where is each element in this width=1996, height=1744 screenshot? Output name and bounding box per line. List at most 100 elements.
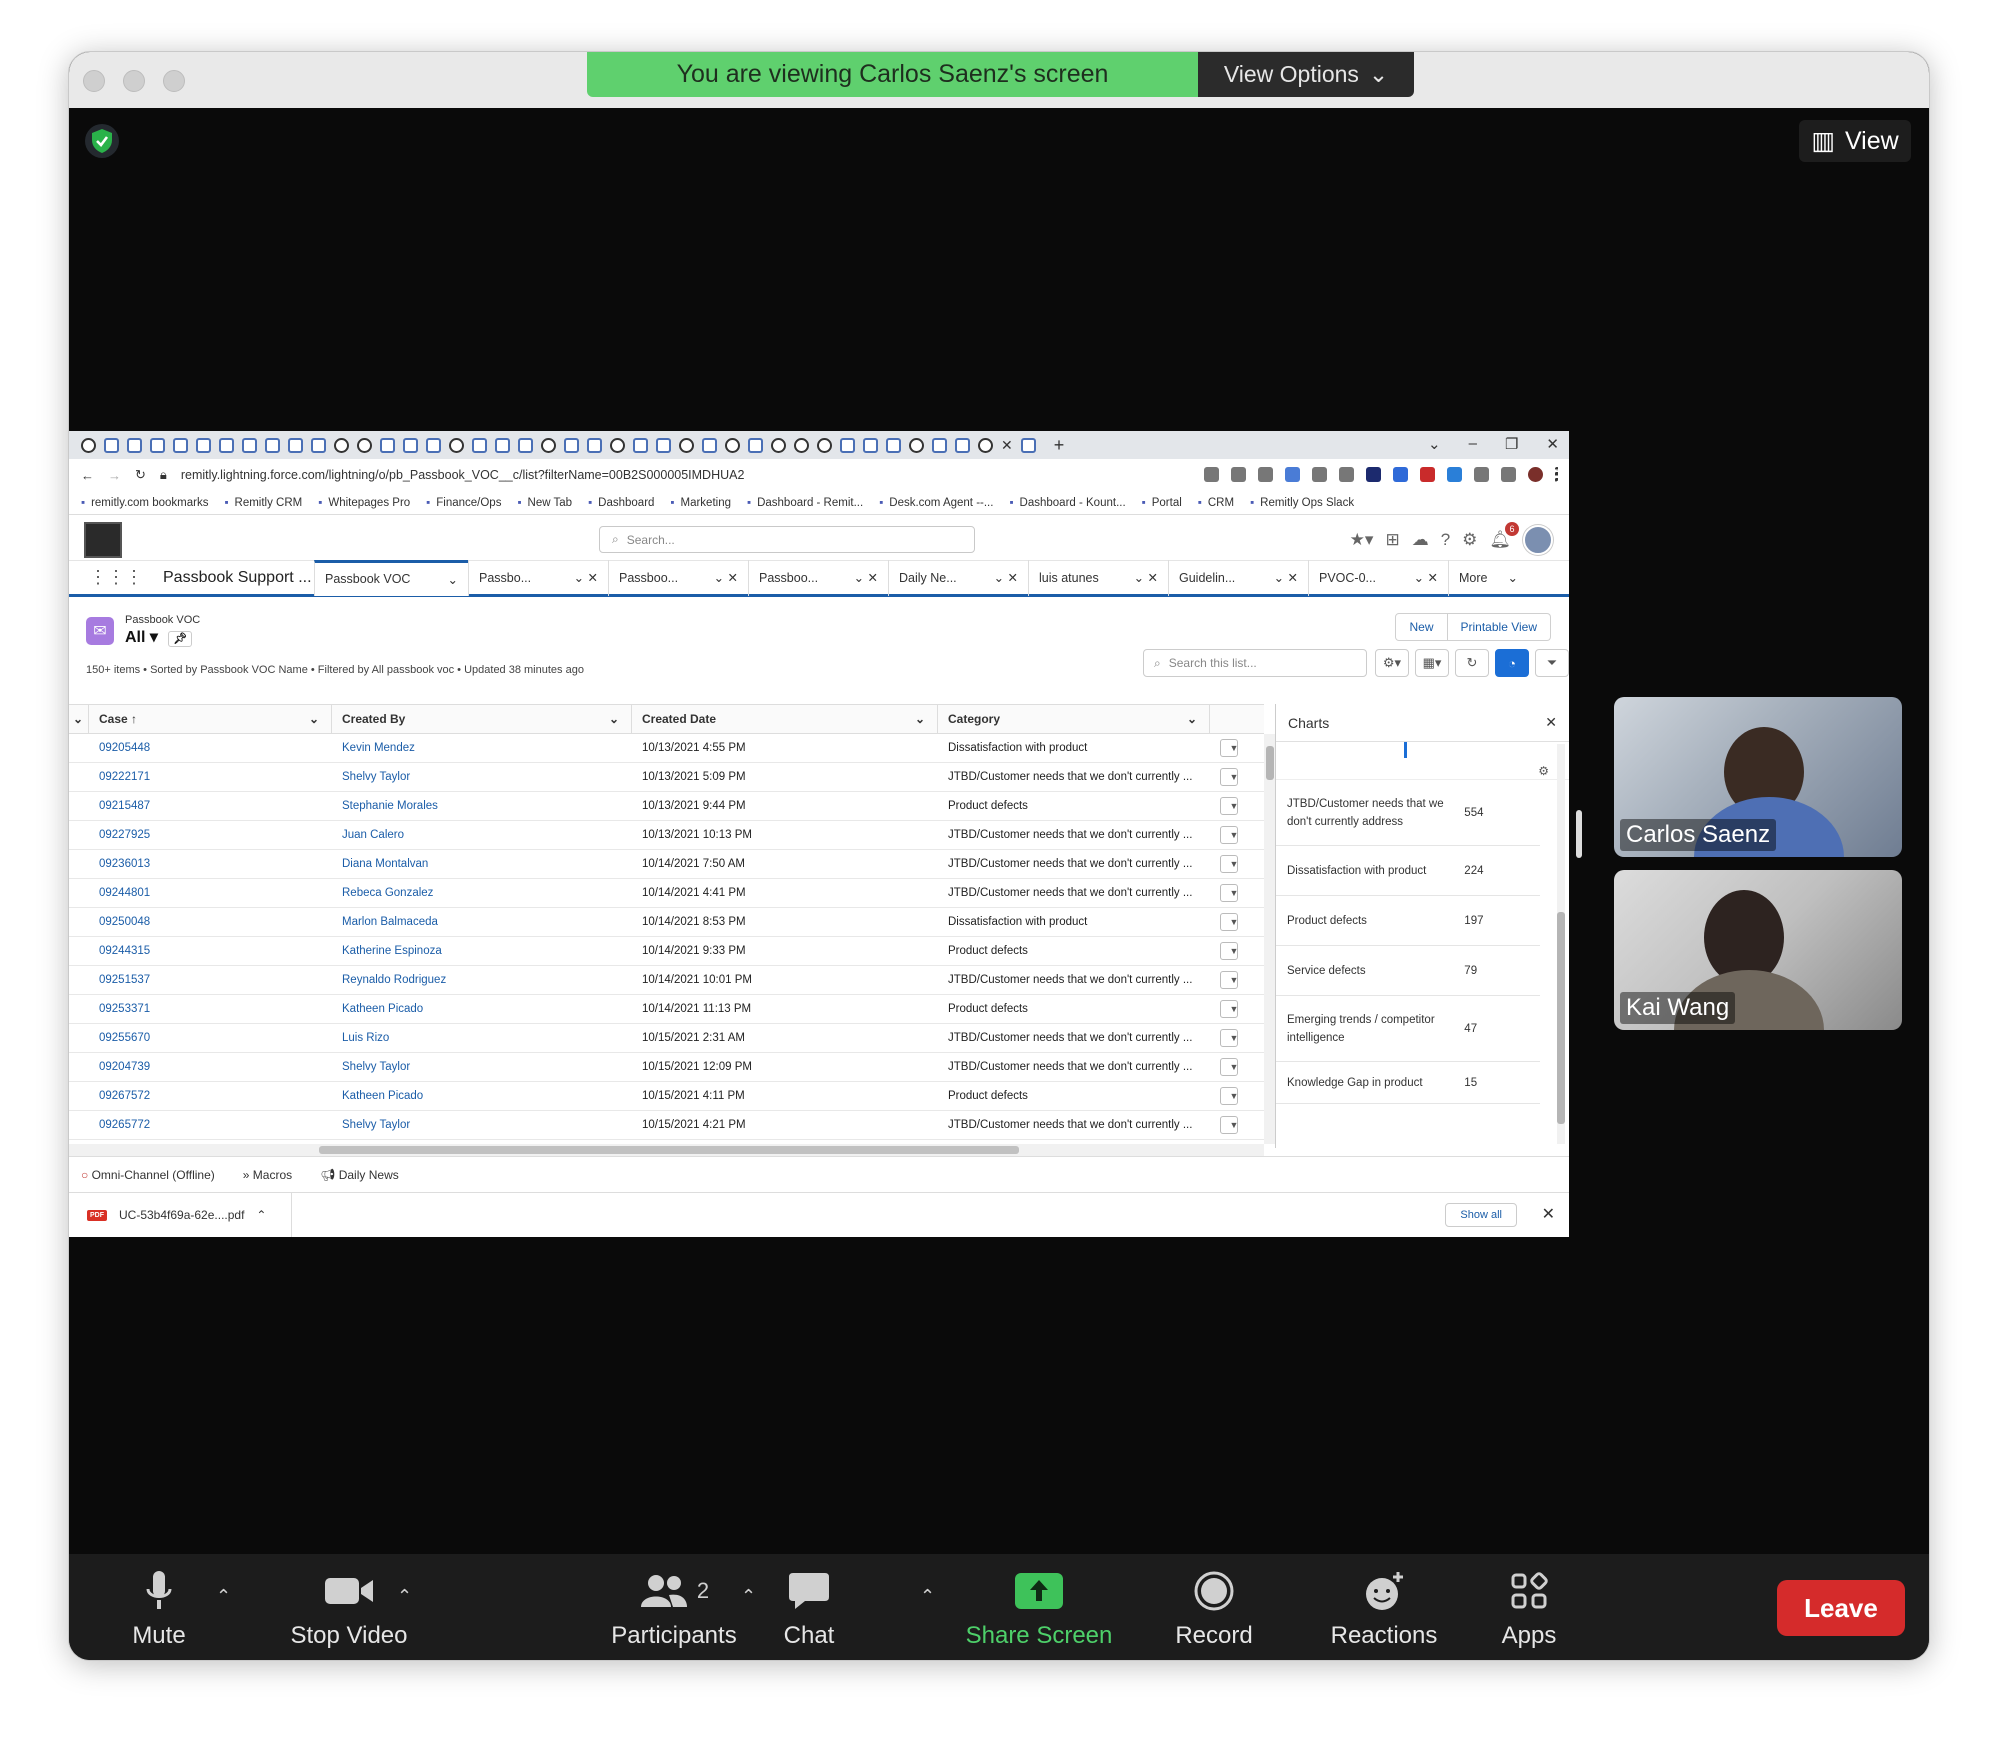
extension-icon[interactable] <box>1366 467 1381 482</box>
bookmark-item[interactable]: New Tab <box>517 497 573 509</box>
tab-favicon-icon[interactable] <box>794 437 809 453</box>
workspace-tab[interactable]: Guidelin... ⌄ ✕ <box>1168 559 1308 596</box>
row-action-menu-icon[interactable]: ▼ <box>1220 1087 1238 1105</box>
case-link[interactable]: 09244315 <box>89 945 332 957</box>
star-icon[interactable] <box>1258 467 1273 482</box>
case-link[interactable]: 09215487 <box>89 800 332 812</box>
extension-icon[interactable] <box>1312 467 1327 482</box>
table-row[interactable]: 09227925 Juan Calero 10/13/2021 10:13 PM JT… <box>69 821 1264 850</box>
tab-favicon-icon[interactable] <box>725 437 740 453</box>
row-action-menu-icon[interactable]: ▼ <box>1220 942 1238 960</box>
created-by-link[interactable]: Katheen Picado <box>332 1090 632 1102</box>
bookmark-item[interactable]: Finance/Ops <box>426 497 501 509</box>
workspace-tab[interactable]: Passbo... ⌄ ✕ <box>468 559 608 596</box>
column-header-case[interactable]: Case ↑ ⌄ <box>89 705 332 733</box>
tab-favicon-icon[interactable] <box>564 437 579 453</box>
case-link[interactable]: 09265772 <box>89 1119 332 1131</box>
case-link[interactable]: 09227925 <box>89 829 332 841</box>
close-icon[interactable]: ✕ <box>1545 714 1557 731</box>
printable-view-button[interactable]: Printable View <box>1447 613 1551 641</box>
tab-favicon-icon[interactable] <box>196 437 211 453</box>
workspace-tab[interactable]: luis atunes ⌄ ✕ <box>1028 559 1168 596</box>
case-link[interactable]: 09236013 <box>89 858 332 870</box>
bookmark-item[interactable]: Remitly CRM <box>224 497 303 509</box>
participants-options-caret-icon[interactable]: ⌃ <box>741 1586 756 1607</box>
close-icon[interactable]: ✕ <box>1542 1204 1555 1224</box>
created-by-link[interactable]: Luis Rizo <box>332 1032 632 1044</box>
tab-favicon-icon[interactable] <box>610 437 625 453</box>
tab-favicon-icon[interactable] <box>288 437 303 453</box>
more-tabs-button[interactable]: More ⌄ <box>1448 559 1528 596</box>
list-view-picker[interactable]: All ▾ 📌︎ <box>125 627 193 647</box>
table-row[interactable]: 09267572 Katheen Picado 10/15/2021 4:11 PM… <box>69 1082 1264 1111</box>
close-icon[interactable]: ⌄ ✕ <box>1414 570 1438 585</box>
tab-favicon-icon[interactable] <box>311 437 326 453</box>
extension-icon[interactable] <box>1393 467 1408 482</box>
row-action-menu-icon[interactable]: ▼ <box>1220 1116 1238 1134</box>
leave-meeting-button[interactable]: Leave <box>1777 1580 1905 1636</box>
scroll-thumb[interactable] <box>1266 746 1274 780</box>
extension-icon[interactable] <box>1204 467 1219 482</box>
tab-favicon-icon[interactable] <box>932 437 947 453</box>
tab-favicon-icon[interactable] <box>748 437 763 453</box>
row-action-menu-icon[interactable]: ▼ <box>1220 884 1238 902</box>
extension-icon[interactable] <box>1285 467 1300 482</box>
gear-icon[interactable]: ⚙ <box>1462 530 1477 550</box>
record-button[interactable]: Record <box>1169 1568 1259 1650</box>
chart-settings-gear-icon[interactable]: ⚙ <box>1538 764 1549 778</box>
security-shield-icon[interactable] <box>85 124 119 158</box>
share-screen-button[interactable]: Share Screen <box>959 1568 1119 1650</box>
table-row[interactable]: 09236013 Diana Montalvan 10/14/2021 7:50 A… <box>69 850 1264 879</box>
restore-icon[interactable]: ❐ <box>1505 435 1518 453</box>
chevron-down-icon[interactable]: ⌄ <box>609 712 619 726</box>
table-row[interactable]: 09244315 Katherine Espinoza 10/14/2021 9:3… <box>69 937 1264 966</box>
audio-options-caret-icon[interactable]: ⌃ <box>216 1586 231 1607</box>
chevron-down-icon[interactable]: ⌄ <box>915 712 925 726</box>
column-header-category[interactable]: Category ⌄ <box>938 705 1210 733</box>
chat-button[interactable]: Chat <box>769 1568 849 1650</box>
extension-icon[interactable] <box>1420 467 1435 482</box>
filter-icon[interactable]: ⏷ <box>1535 649 1569 677</box>
tab-favicon-icon[interactable] <box>495 437 510 453</box>
close-icon[interactable]: ⌄ ✕ <box>574 570 598 585</box>
bookmark-item[interactable]: Portal <box>1142 497 1182 509</box>
created-by-link[interactable]: Stephanie Morales <box>332 800 632 812</box>
row-action-menu-icon[interactable]: ▼ <box>1220 971 1238 989</box>
chevron-down-icon[interactable]: ⌄ <box>309 712 319 726</box>
tab-favicon-icon[interactable] <box>587 437 602 453</box>
tab-favicon-icon[interactable] <box>81 437 96 453</box>
tab-favicon-icon[interactable] <box>863 437 878 453</box>
case-link[interactable]: 09244801 <box>89 887 332 899</box>
case-link[interactable]: 09251537 <box>89 974 332 986</box>
tab-favicon-icon[interactable] <box>955 437 970 453</box>
workspace-tab[interactable]: Daily Ne... ⌄ ✕ <box>888 559 1028 596</box>
case-link[interactable]: 09267572 <box>89 1090 332 1102</box>
created-by-link[interactable]: Katherine Espinoza <box>332 945 632 957</box>
chevron-down-icon[interactable]: ⌄ <box>1187 712 1197 726</box>
tab-favicon-icon[interactable] <box>840 437 855 453</box>
column-header-created-date[interactable]: Created Date ⌄ <box>632 705 938 733</box>
table-row[interactable]: 09253371 Katheen Picado 10/14/2021 11:13 P… <box>69 995 1264 1024</box>
extension-icon[interactable] <box>1447 467 1462 482</box>
created-by-link[interactable]: Katheen Picado <box>332 1003 632 1015</box>
tab-favicon-icon[interactable] <box>265 437 280 453</box>
menu-dots-icon[interactable] <box>1555 467 1559 482</box>
bookmark-item[interactable]: remitly.com bookmarks <box>81 497 208 509</box>
bookmark-item[interactable]: Desk.com Agent --... <box>879 497 993 509</box>
minimize-icon[interactable]: – <box>1469 435 1477 453</box>
avatar[interactable] <box>1523 525 1553 555</box>
sidebar-icon[interactable] <box>1501 467 1516 482</box>
app-launcher-icon[interactable]: ⋮⋮⋮ <box>89 567 143 588</box>
participants-button[interactable]: 2 Participants <box>599 1568 749 1650</box>
tab-favicon-icon[interactable] <box>472 437 487 453</box>
table-row[interactable]: 09222171 Shelvy Taylor 10/13/2021 5:09 PM J… <box>69 763 1264 792</box>
download-item[interactable]: PDF UC-53b4f69a-62e....pdf ⌃ <box>69 1192 292 1237</box>
workspace-tab[interactable]: Passboo... ⌄ ✕ <box>748 559 888 596</box>
list-search-input[interactable]: ⌕ Search this list... <box>1143 649 1367 677</box>
row-action-menu-icon[interactable]: ▼ <box>1220 739 1238 757</box>
refresh-icon[interactable]: ↻ <box>1455 649 1489 677</box>
tab-favicon-icon[interactable] <box>334 437 349 453</box>
charts-icon[interactable]: ◔ <box>1495 649 1529 677</box>
profile-icon[interactable] <box>1528 467 1543 482</box>
forward-icon[interactable]: → <box>108 468 121 483</box>
